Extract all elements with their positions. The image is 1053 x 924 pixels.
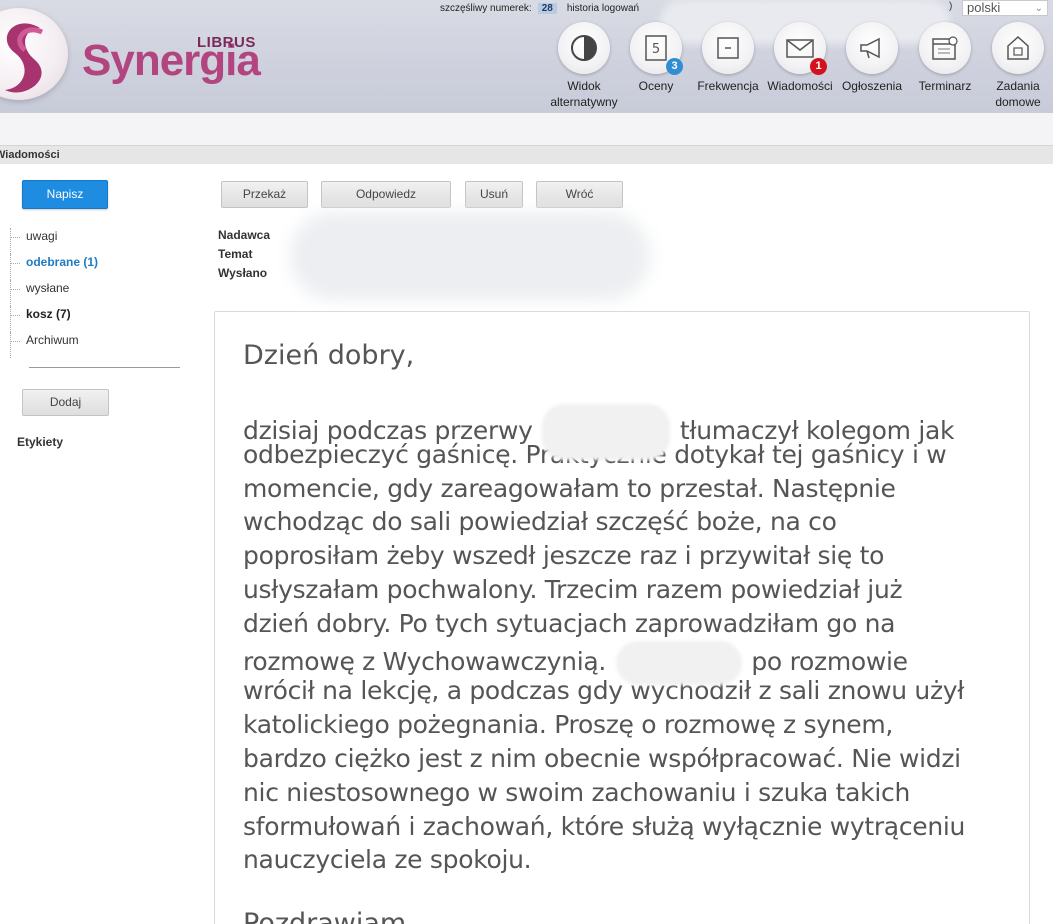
message-line: poprosiłam żeby wszedł jeszcze raz i prz… <box>243 541 885 571</box>
megaphone-icon <box>846 22 898 74</box>
grade-icon: 5 3 <box>630 22 683 75</box>
back-button[interactable]: Wróć <box>536 181 623 208</box>
nav-calendar[interactable]: Terminarz <box>909 22 981 94</box>
compose-button[interactable]: Napisz <box>22 180 108 209</box>
chevron-down-icon: ⌄ <box>1034 3 1043 14</box>
message-line: momencie, gdy zareagowałam to przestał. … <box>243 473 896 503</box>
nav-label: Wiadomości <box>767 79 833 93</box>
subject-label: Temat <box>218 247 253 261</box>
message-line: nic niestosownego w swoim zachowaniu i s… <box>243 777 910 807</box>
message-line: dzisiaj podczas przerwy tłumaczył kolego… <box>243 404 1023 460</box>
logo-librus-text: LIBRUS <box>197 34 256 51</box>
message-line: bardzo ciężko jest z nim obecnie współpr… <box>243 743 961 773</box>
message-line: nauczyciela ze spokoju. <box>243 845 532 875</box>
message-text-segment: po rozmowie <box>751 646 908 676</box>
sender-label: Nadawca <box>218 228 271 242</box>
section-bar: Wiadomości <box>0 145 1053 164</box>
nav-label: Oceny <box>638 79 674 93</box>
nav-homework[interactable]: Zadania domowe <box>982 22 1053 110</box>
nav-grades[interactable]: 5 3 Oceny <box>620 22 692 94</box>
nav-label: Zadania <box>996 79 1040 93</box>
envelope-icon: 1 <box>774 22 827 75</box>
nav-attendance[interactable]: Frekwencja <box>692 22 764 94</box>
closing-paren: ) <box>949 1 953 12</box>
redacted-name <box>615 640 742 685</box>
login-history-link[interactable]: historia logowań <box>567 3 639 14</box>
folder-sent[interactable]: wysłane <box>10 280 180 306</box>
homework-icon <box>992 22 1044 74</box>
folder-archive[interactable]: Archiwum <box>10 332 180 358</box>
redacted-meta-values <box>290 212 650 300</box>
message-line: rozmowę z Wychowawczynią. po rozmowie <box>243 640 1023 685</box>
librus-logo-icon[interactable] <box>0 8 68 100</box>
add-label-button[interactable]: Dodaj <box>22 389 109 416</box>
message-line: dzień dobry. Po tych sytuacjach zaprowad… <box>243 608 896 638</box>
forward-button[interactable]: Przekaż <box>221 181 308 208</box>
top-info-bar: szczęśliwy numerek: 28 historia logowań <box>440 0 639 16</box>
nav-label-2: domowe <box>995 95 1041 109</box>
nav-messages[interactable]: 1 Wiadomości <box>764 22 836 94</box>
top-header: Synergia LIBRUS szczęśliwy numerek: 28 h… <box>0 0 1053 113</box>
message-line: katolickiego pożegnania. Proszę o rozmow… <box>243 710 894 740</box>
sub-header-bar <box>0 113 1053 145</box>
sidebar-divider <box>29 367 180 368</box>
contrast-icon <box>558 22 610 74</box>
folder-tree: uwagi odebrane (1) wysłane kosz (7) Arch… <box>10 228 180 358</box>
language-value: polski <box>967 0 1001 15</box>
message-text-segment: rozmowę z Wychowawczynią. <box>243 646 607 676</box>
redacted-name <box>542 404 671 460</box>
message-line: usłyszałam pochwalony. Trzecim razem pow… <box>243 574 903 604</box>
folder-inbox[interactable]: odebrane (1) <box>10 254 180 280</box>
message-line: wchodząc do sali powiedział szczęść boże… <box>243 507 837 537</box>
nav-announcements[interactable]: Ogłoszenia <box>836 22 908 94</box>
nav-label: Widok <box>567 79 601 93</box>
folder-trash[interactable]: kosz (7) <box>10 306 180 332</box>
message-greeting: Dzień dobry, <box>243 340 415 371</box>
labels-heading: Etykiety <box>17 435 64 449</box>
message-text: dzisiaj podczas przerwy tłumaczył kolego… <box>243 404 1023 877</box>
attendance-icon <box>702 22 754 74</box>
calendar-icon <box>919 22 971 74</box>
sent-label: Wysłano <box>218 266 268 280</box>
lucky-number-label: szczęśliwy numerek: <box>440 2 532 14</box>
nav-label-2: alternatywny <box>550 95 618 109</box>
svg-text:5: 5 <box>652 42 660 57</box>
messages-badge: 1 <box>810 58 827 75</box>
lucky-number-value: 28 <box>537 2 557 14</box>
folder-notes[interactable]: uwagi <box>10 228 180 254</box>
nav-label: Ogłoszenia <box>841 79 903 93</box>
message-line: sformułowań i zachowań, które służą wyłą… <box>243 811 966 841</box>
delete-button[interactable]: Usuń <box>465 181 523 208</box>
nav-label: Frekwencja <box>697 79 759 93</box>
language-select[interactable]: polski ⌄ <box>962 0 1048 16</box>
nav-alternative-view[interactable]: Widok alternatywny <box>548 22 620 110</box>
message-body-box: Dzień dobry, dzisiaj podczas przerwy tłu… <box>214 311 1030 924</box>
page-title: Wiadomości <box>0 149 60 161</box>
nav-label: Terminarz <box>918 79 972 93</box>
reply-button[interactable]: Odpowiedz <box>321 181 451 208</box>
grades-badge: 3 <box>666 58 683 75</box>
message-closing: Pozdrawiam <box>243 908 407 924</box>
